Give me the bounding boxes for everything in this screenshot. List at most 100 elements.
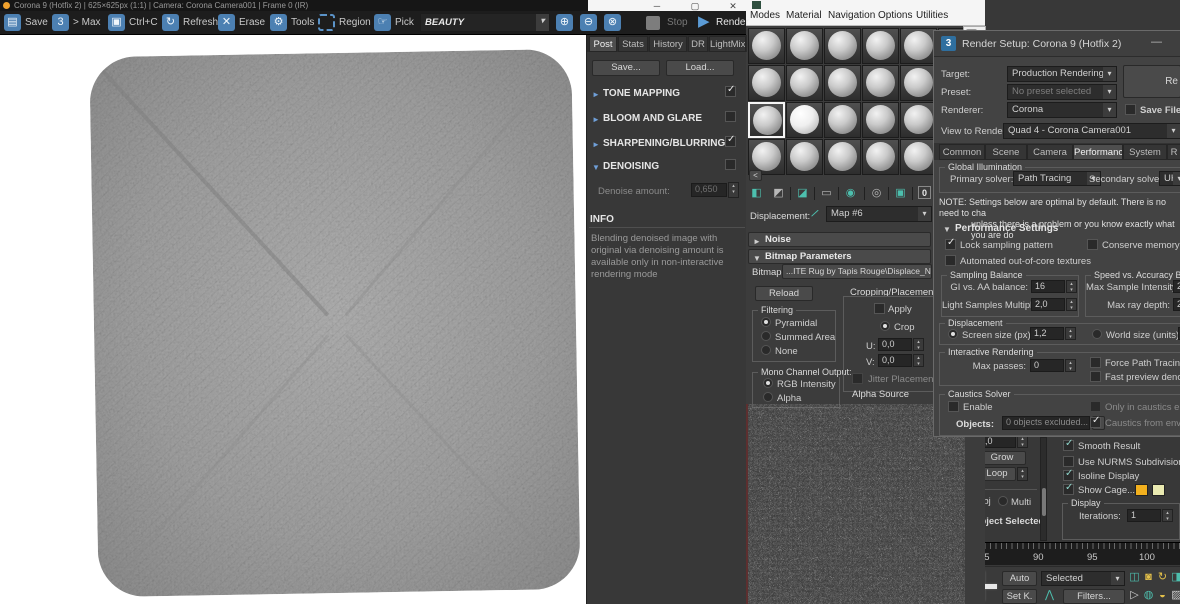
region-button[interactable]: Region bbox=[339, 13, 371, 32]
set-key-button[interactable]: Set K. bbox=[1002, 589, 1037, 604]
timeline-ruler[interactable]: 85 90 95 100 bbox=[963, 542, 1180, 565]
key-mode-icon[interactable]: ⋀ bbox=[1043, 589, 1056, 602]
delete-material-icon[interactable]: ▭ bbox=[820, 187, 833, 200]
jitter-checkbox[interactable] bbox=[852, 373, 863, 384]
gi-aa-spinner[interactable] bbox=[1066, 280, 1077, 293]
rgb-intensity-radio[interactable] bbox=[763, 378, 773, 388]
material-slot[interactable] bbox=[748, 65, 785, 101]
lsm-field[interactable]: 2,0 bbox=[1031, 298, 1065, 311]
tab-render-elements[interactable]: R bbox=[1167, 144, 1180, 160]
dialog-titlebar[interactable]: 3 Render Setup: Corona 9 (Hotfix 2) — bbox=[934, 31, 1180, 57]
region-icon[interactable] bbox=[318, 14, 335, 31]
collapsed-arrow-icon[interactable]: ► bbox=[592, 140, 600, 149]
copy-button[interactable]: Ctrl+C bbox=[129, 13, 158, 32]
u-spinner[interactable] bbox=[913, 338, 924, 351]
pick-icon[interactable]: ☞ bbox=[374, 14, 391, 31]
avatar-key-icon[interactable]: ◍ bbox=[1142, 589, 1155, 602]
bitmap-path-button[interactable]: ...ITE Rug by Tapis Rouge\Displace_Noise bbox=[782, 264, 932, 279]
lsm-spinner[interactable] bbox=[1066, 298, 1077, 311]
bloom-glare-rollout[interactable]: BLOOM AND GLARE bbox=[603, 113, 702, 125]
force-path-tracing-checkbox[interactable] bbox=[1090, 357, 1101, 368]
refresh-button[interactable]: Refresh bbox=[183, 13, 218, 32]
zoom-out-icon[interactable]: ⊖ bbox=[580, 14, 597, 31]
save-file-checkbox[interactable] bbox=[1125, 104, 1136, 115]
cage-color-swatch[interactable] bbox=[1135, 484, 1148, 496]
material-slot[interactable] bbox=[786, 102, 823, 138]
loop-spinner[interactable] bbox=[1017, 467, 1028, 481]
collapsed-arrow-icon[interactable]: ► bbox=[592, 90, 600, 99]
material-slot[interactable] bbox=[862, 28, 899, 64]
summed-area-radio[interactable] bbox=[761, 331, 771, 341]
cage-color-swatch-2[interactable] bbox=[1152, 484, 1165, 496]
tab-scene[interactable]: Scene bbox=[985, 144, 1027, 160]
menu-utilities[interactable]: Utilities bbox=[916, 7, 948, 25]
slot-scroll-left-button[interactable]: < bbox=[749, 170, 762, 181]
tab-common[interactable]: Common bbox=[939, 144, 985, 160]
msi-field[interactable]: 2 bbox=[1173, 280, 1180, 293]
view-to-render-dropdown[interactable]: Quad 4 - Corona Camera001 bbox=[1003, 123, 1180, 139]
material-slot[interactable] bbox=[862, 139, 899, 175]
world-size-radio[interactable] bbox=[1092, 329, 1102, 339]
copy-icon[interactable]: ▣ bbox=[108, 14, 125, 31]
nurms-checkbox[interactable] bbox=[1063, 456, 1074, 467]
denoising-rollout[interactable]: DENOISING bbox=[603, 161, 659, 173]
sharpening-rollout[interactable]: SHARPENING/BLURRING bbox=[603, 138, 725, 150]
snapshot-icon[interactable]: ▨ bbox=[1170, 589, 1180, 602]
material-slot[interactable] bbox=[824, 28, 861, 64]
screen-size-radio[interactable] bbox=[948, 329, 958, 339]
tab-performance[interactable]: Performance bbox=[1073, 144, 1123, 160]
tools-icon[interactable]: ⚙ bbox=[270, 14, 287, 31]
caustics-env-checkbox[interactable] bbox=[1090, 417, 1101, 428]
bitmap-parameters-rollout[interactable]: ▼Bitmap Parameters bbox=[748, 249, 931, 264]
save-button[interactable]: Save bbox=[25, 13, 48, 32]
key-filters-button[interactable]: Filters... bbox=[1063, 589, 1125, 604]
stop-button[interactable]: Stop bbox=[667, 13, 688, 32]
refresh-icon[interactable]: ↻ bbox=[162, 14, 179, 31]
grow-button[interactable]: Grow bbox=[978, 451, 1026, 465]
pick-button[interactable]: Pick bbox=[395, 13, 414, 32]
screen-size-spinner[interactable] bbox=[1065, 327, 1076, 340]
material-slot[interactable] bbox=[862, 102, 899, 138]
gi-aa-field[interactable]: 16 bbox=[1031, 280, 1065, 293]
tab-history[interactable]: History bbox=[649, 36, 687, 52]
denoising-checkbox[interactable] bbox=[725, 159, 736, 170]
smooth-result-checkbox[interactable] bbox=[1063, 440, 1074, 451]
vfb-titlebar[interactable]: Corona 9 (Hotfix 2) | 625×625px (1:1) | … bbox=[0, 0, 588, 11]
multi-radio[interactable] bbox=[998, 496, 1008, 506]
save-icon[interactable]: ▤ bbox=[4, 14, 21, 31]
secondary-solver-dropdown[interactable]: UHD Ca bbox=[1159, 171, 1180, 186]
pyramidal-radio[interactable] bbox=[761, 317, 771, 327]
tab-post[interactable]: Post bbox=[589, 36, 617, 52]
mrd-field[interactable]: 2 bbox=[1173, 298, 1180, 311]
dialog-minimize-icon[interactable]: — bbox=[1151, 36, 1162, 48]
reload-button[interactable]: Reload bbox=[755, 286, 813, 301]
material-slot[interactable] bbox=[824, 102, 861, 138]
post-save-button[interactable]: Save... bbox=[592, 60, 660, 76]
select-by-material-icon[interactable]: ◎ bbox=[870, 187, 883, 200]
zoom-reset-icon[interactable]: ⊗ bbox=[604, 14, 621, 31]
material-slot[interactable] bbox=[824, 65, 861, 101]
primary-solver-dropdown[interactable]: Path Tracing bbox=[1013, 171, 1101, 186]
tab-lightmix[interactable]: LightMix bbox=[709, 36, 746, 52]
only-caustics-checkbox[interactable] bbox=[1090, 401, 1101, 412]
perf-settings-arrow-icon[interactable]: ▼ bbox=[943, 225, 951, 234]
tone-mapping-rollout[interactable]: TONE MAPPING bbox=[603, 88, 680, 100]
iterations-spinner[interactable] bbox=[1162, 509, 1173, 522]
post-load-button[interactable]: Load... bbox=[666, 60, 734, 76]
get-material-icon[interactable]: ◧ bbox=[750, 187, 763, 200]
screen-size-field[interactable]: 1,2 bbox=[1030, 327, 1064, 340]
v-spinner[interactable] bbox=[913, 354, 924, 367]
material-slot[interactable] bbox=[786, 28, 823, 64]
auto-key-button[interactable]: Auto bbox=[1002, 571, 1037, 586]
material-slot[interactable] bbox=[900, 28, 937, 64]
isoline-checkbox[interactable] bbox=[1063, 470, 1074, 481]
tab-camera[interactable]: Camera bbox=[1027, 144, 1073, 160]
performance-settings-rollout[interactable]: Performance Settings bbox=[955, 223, 1058, 235]
pick-material-icon[interactable]: ◩ bbox=[772, 187, 785, 200]
noise-rollout[interactable]: ►Noise bbox=[748, 232, 931, 247]
zoom-in-icon[interactable]: ⊕ bbox=[556, 14, 573, 31]
render-button[interactable]: Re bbox=[1123, 65, 1180, 98]
max-passes-spinner[interactable] bbox=[1065, 359, 1076, 372]
displacement-map-dropdown[interactable]: Map #6 bbox=[826, 206, 932, 222]
material-slot[interactable] bbox=[824, 139, 861, 175]
